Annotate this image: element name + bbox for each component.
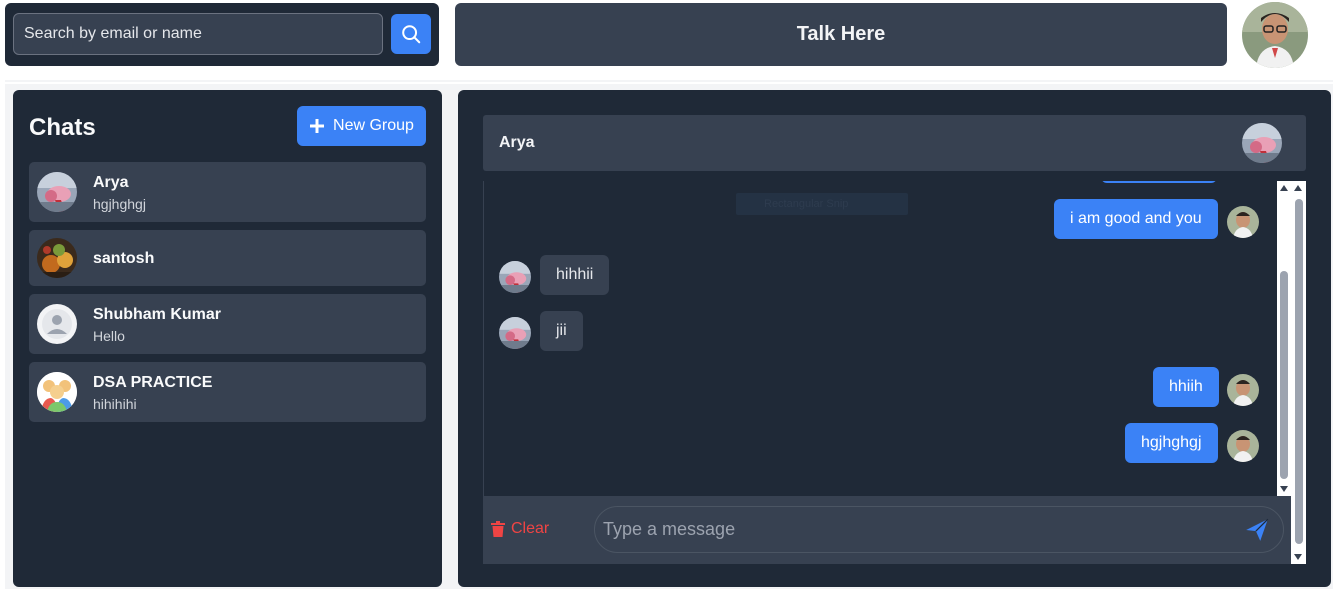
message-bubble-sent: hgjhghgj [1125, 423, 1218, 463]
new-group-label: New Group [333, 117, 414, 134]
chat-window-scrollbar[interactable] [1291, 181, 1306, 564]
message-list: Rectangular Snip i am good and you hihhi… [483, 181, 1291, 496]
avatar [37, 238, 77, 278]
clear-label: Clear [511, 520, 550, 537]
food-photo-icon [37, 238, 77, 278]
avatar [37, 372, 77, 412]
chat-list-sidebar: Chats New Group Arya hgjhghgj santosh Sh… [13, 90, 442, 587]
chat-header-avatar[interactable] [1242, 123, 1282, 163]
scroll-down-arrow-icon[interactable] [1294, 554, 1302, 560]
chat-name: DSA PRACTICE [93, 374, 213, 391]
search-input[interactable] [13, 13, 383, 55]
chat-name: Shubham Kumar [93, 306, 222, 323]
header-divider [5, 80, 1333, 82]
avatar [37, 172, 77, 212]
group-photo-icon [1242, 123, 1282, 163]
message-bubble-received: jii [540, 311, 583, 351]
message-bubble-sent: hhiih [1153, 367, 1219, 407]
chat-name: Arya [93, 174, 129, 191]
clear-button[interactable]: Clear [491, 520, 549, 538]
profile-avatar[interactable] [1242, 2, 1308, 68]
sender-avatar [1227, 430, 1259, 462]
chats-heading: Chats [29, 114, 96, 141]
sender-avatar [1227, 206, 1259, 238]
scroll-up-arrow-icon[interactable] [1280, 185, 1288, 191]
user-photo-icon [1227, 206, 1259, 238]
chat-list-item-dsa-practice[interactable]: DSA PRACTICE hihihihi [29, 362, 426, 422]
chat-list-item-shubham-kumar[interactable]: Shubham Kumar Hello [29, 294, 426, 354]
chat-list-item-arya[interactable]: Arya hgjhghgj [29, 162, 426, 222]
snip-overlay: Rectangular Snip [736, 193, 908, 215]
send-button[interactable] [1243, 516, 1271, 544]
message-composer: Clear [483, 496, 1291, 564]
sender-avatar [499, 317, 531, 349]
user-photo-icon [1242, 2, 1308, 68]
message-bubble-received: hihhii [540, 255, 610, 295]
sender-avatar [1227, 374, 1259, 406]
app-title-bar: Talk Here [455, 3, 1227, 66]
message-bubble-partial [1101, 181, 1217, 183]
top-bar: Talk Here [0, 0, 1333, 70]
search-icon [402, 25, 421, 44]
scroll-up-arrow-icon[interactable] [1294, 185, 1302, 191]
chat-list-item-santosh[interactable]: santosh [29, 230, 426, 286]
search-panel [5, 3, 439, 66]
send-icon [1246, 518, 1269, 541]
scroll-down-arrow-icon[interactable] [1280, 486, 1288, 492]
group-photo-icon [37, 172, 77, 212]
default-user-icon [38, 305, 76, 343]
message-input[interactable] [594, 506, 1284, 553]
group-photo-icon [499, 261, 531, 293]
chat-name: santosh [93, 250, 155, 267]
group-icon [37, 372, 77, 412]
chat-header: Arya [483, 115, 1306, 171]
user-photo-icon [1227, 430, 1259, 462]
message-bubble-sent: i am good and you [1054, 199, 1218, 239]
chat-title: Arya [499, 134, 535, 151]
plus-icon [310, 119, 325, 133]
new-group-button[interactable]: New Group [297, 106, 426, 146]
chat-window: Arya Rectangular Snip i am good and you [458, 90, 1331, 587]
user-photo-icon [1227, 374, 1259, 406]
chat-last-message: Hello [93, 328, 125, 344]
scrollbar-thumb[interactable] [1295, 199, 1303, 544]
sender-avatar [499, 261, 531, 293]
group-photo-icon [499, 317, 531, 349]
search-button[interactable] [391, 14, 431, 54]
trash-icon [491, 521, 505, 537]
avatar [37, 304, 77, 344]
message-list-scrollbar[interactable] [1277, 181, 1291, 496]
app-title: Talk Here [796, 23, 886, 45]
scrollbar-thumb[interactable] [1280, 271, 1288, 479]
chat-last-message: hihihihi [93, 396, 137, 412]
chat-last-message: hgjhghgj [93, 196, 146, 212]
